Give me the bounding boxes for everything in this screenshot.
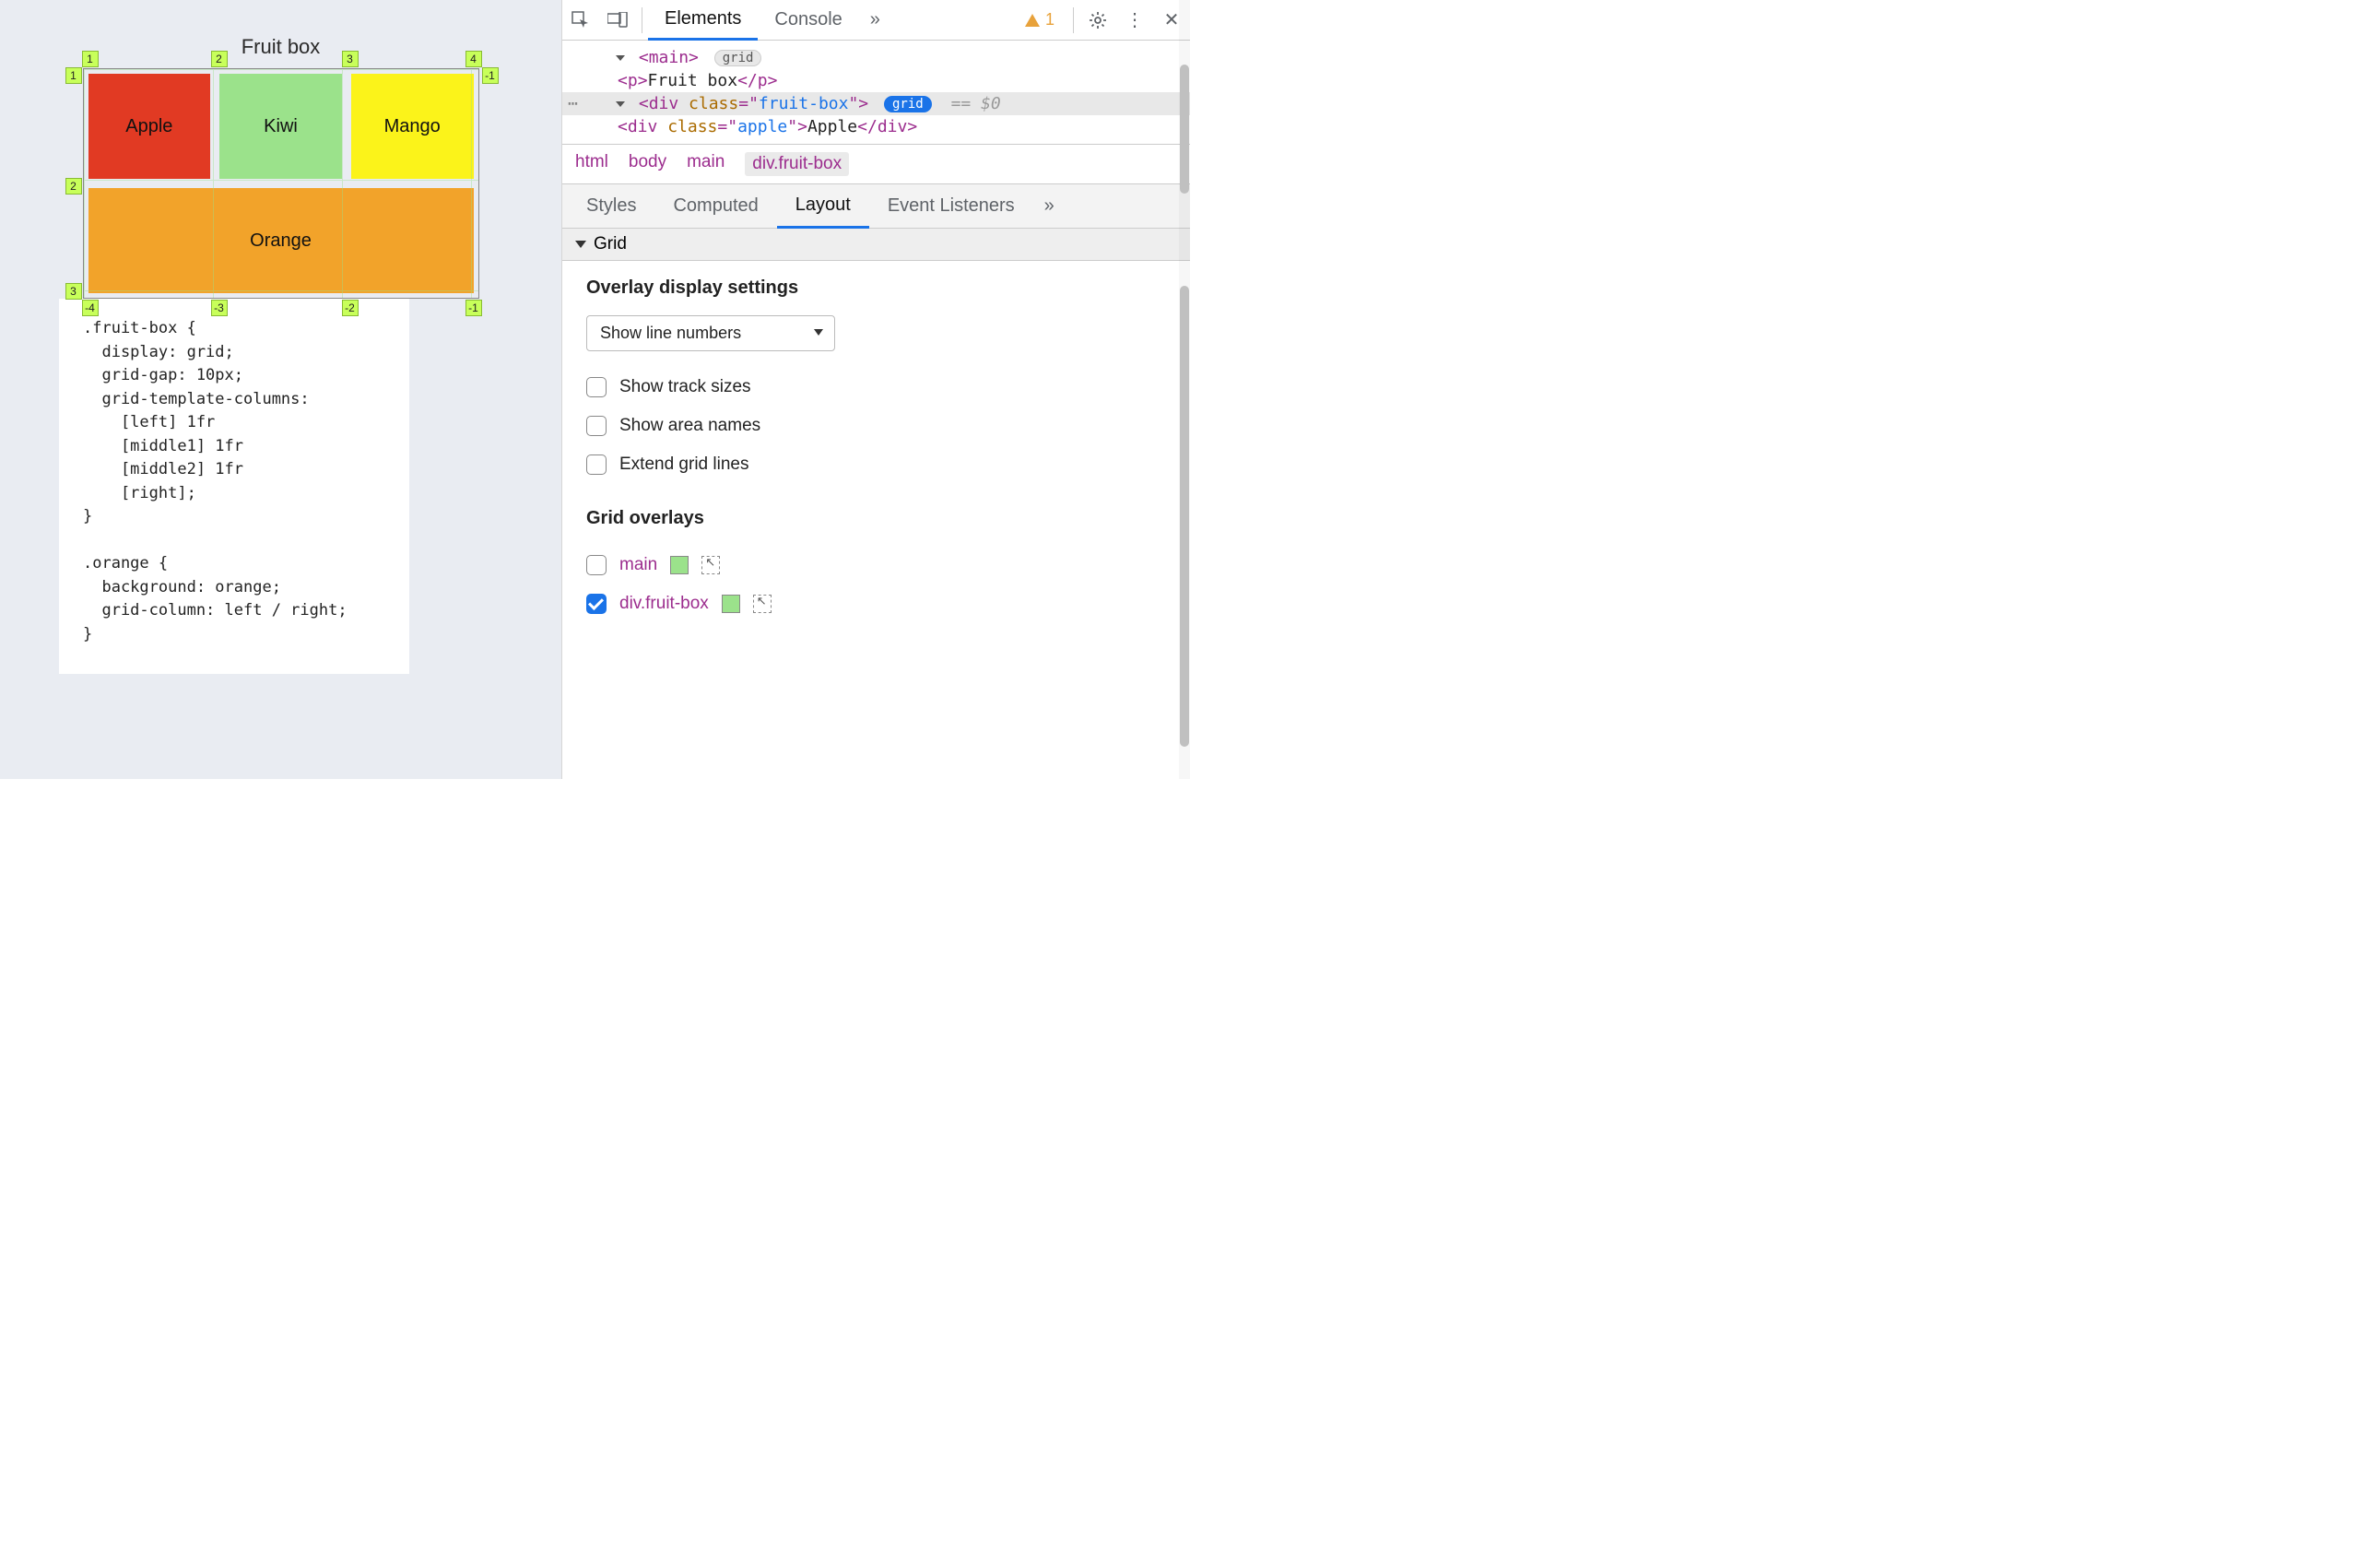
expand-toggle-icon[interactable] [616,101,625,107]
color-swatch[interactable] [722,595,740,613]
warning-icon [1025,14,1040,27]
overlay-toggle-fruit-box[interactable] [586,594,607,614]
devtools-panel: Elements Console » 1 ⋮ ✕ <main> grid <p>… [562,0,1190,779]
dom-node-selected[interactable]: ⋯ <div class="fruit-box"> grid == $0 [562,92,1190,115]
subtab-event-listeners[interactable]: Event Listeners [869,184,1033,229]
highlight-element-icon[interactable] [753,595,772,613]
grid-line-badge: 1 [82,51,99,67]
grid-cell-orange: Orange [88,188,474,293]
grid-line-badge: -1 [465,300,482,316]
checkbox-extend-lines[interactable] [586,454,607,475]
subtab-layout[interactable]: Layout [777,184,869,229]
dom-tree[interactable]: <main> grid <p>Fruit box</p> ⋯ <div clas… [562,41,1190,144]
subtab-computed[interactable]: Computed [654,184,776,229]
css-grid-overlay: Apple Kiwi Mango Orange 1 2 3 4 1 2 3 -1… [83,68,479,299]
checkbox-label: Show area names [619,416,760,436]
grid-cell-kiwi: Kiwi [219,74,342,179]
inspect-element-icon[interactable] [562,0,599,41]
breadcrumb[interactable]: html body main div.fruit-box [562,144,1190,184]
chevron-down-icon [575,241,586,248]
grid-line-badge: 3 [65,283,82,300]
device-toggle-icon[interactable] [599,0,636,41]
color-swatch[interactable] [670,556,689,574]
crumb-fruit-box[interactable]: div.fruit-box [745,152,849,176]
layout-panel: Overlay display settings Show line numbe… [562,261,1190,634]
grid-overlays-heading: Grid overlays [586,508,1166,529]
select-value: Show line numbers [600,324,741,342]
grid-cell-apple: Apple [88,74,211,179]
grid-line-badge: 2 [65,178,82,195]
css-source-code: .fruit-box { display: grid; grid-gap: 10… [59,299,409,674]
checkbox-label: Extend grid lines [619,454,748,475]
overlay-settings-heading: Overlay display settings [586,277,1166,299]
grid-line-badge: -2 [342,300,359,316]
tab-console[interactable]: Console [758,0,858,41]
grid-line-badge: 1 [65,67,82,84]
grid-line-badge: 2 [211,51,228,67]
overlay-toggle-main[interactable] [586,555,607,575]
dom-row-actions-icon[interactable]: ⋯ [568,94,578,113]
chevron-down-icon [814,329,823,336]
checkbox-area-names[interactable] [586,416,607,436]
grid-line-badge: 3 [342,51,359,67]
highlight-element-icon[interactable] [701,556,720,574]
overlay-label[interactable]: div.fruit-box [619,594,709,614]
devtools-toolbar: Elements Console » 1 ⋮ ✕ [562,0,1190,41]
rendered-page-preview: Fruit box Apple Kiwi Mango Orange 1 2 3 … [0,0,562,779]
warning-count: 1 [1045,10,1055,30]
crumb-main[interactable]: main [687,152,725,176]
grid-cell-mango: Mango [351,74,474,179]
subtab-styles[interactable]: Styles [568,184,654,229]
page-title: Fruit box [37,35,524,59]
grid-line-badge: -4 [82,300,99,316]
grid-badge[interactable]: grid [884,96,932,112]
tab-elements[interactable]: Elements [648,0,758,41]
gear-icon[interactable] [1079,0,1116,41]
grid-section-header[interactable]: Grid [562,229,1190,261]
warnings-indicator[interactable]: 1 [1012,10,1067,30]
grid-line-badge: 4 [465,51,482,67]
line-label-select[interactable]: Show line numbers [586,315,835,351]
checkbox-label: Show track sizes [619,377,751,397]
overlay-label[interactable]: main [619,555,657,575]
checkbox-track-sizes[interactable] [586,377,607,397]
subtabs-overflow-icon[interactable]: » [1033,195,1066,217]
tabs-overflow-icon[interactable]: » [859,9,891,30]
styles-subtabs: Styles Computed Layout Event Listeners » [562,184,1190,229]
selected-node-ref: == $0 [951,94,1001,113]
expand-toggle-icon[interactable] [616,55,625,61]
grid-section-title: Grid [594,234,627,254]
kebab-menu-icon[interactable]: ⋮ [1116,0,1153,41]
scrollbar[interactable] [1179,0,1190,779]
grid-badge[interactable]: grid [714,50,762,66]
crumb-html[interactable]: html [575,152,608,176]
grid-line-badge: -3 [211,300,228,316]
grid-line-badge: -1 [482,67,499,84]
crumb-body[interactable]: body [629,152,666,176]
